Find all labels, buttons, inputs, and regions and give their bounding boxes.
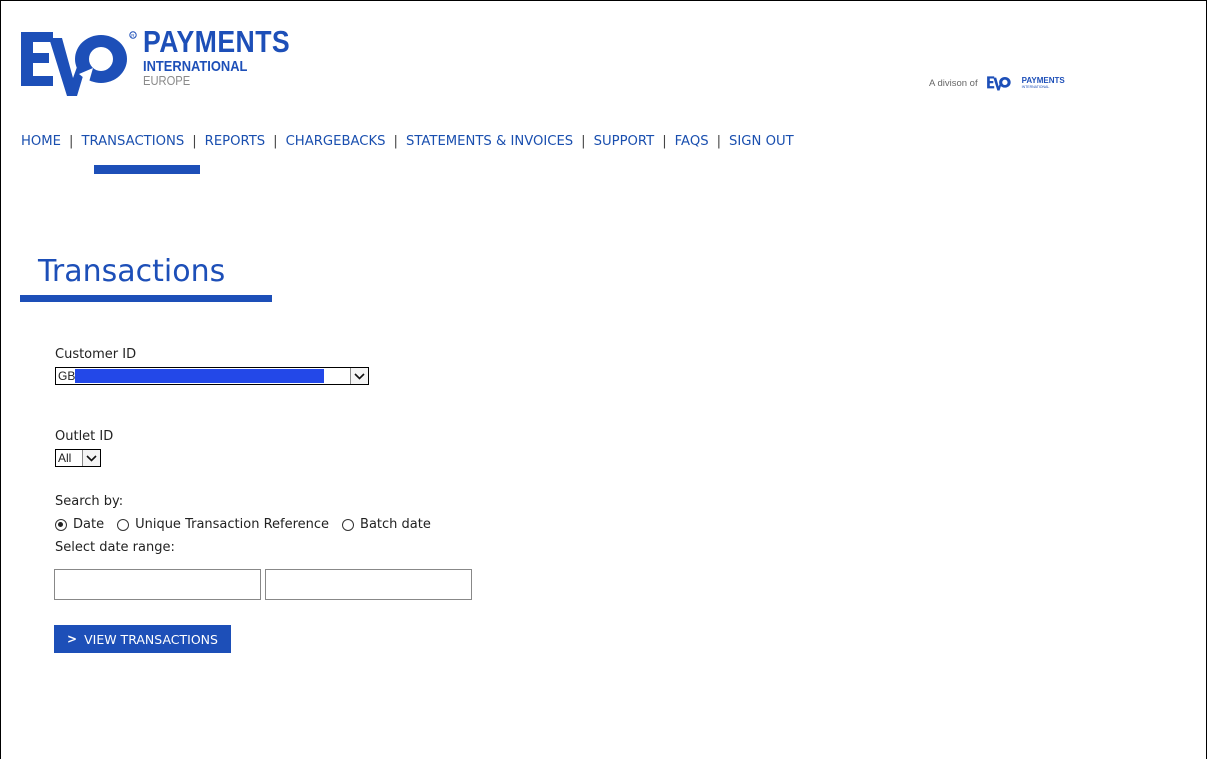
division-badge: A divison of PAYMENTS INTERNATIONAL: [929, 74, 1065, 92]
customer-id-label: Customer ID: [55, 347, 137, 362]
chevron-right-icon: >: [67, 632, 78, 646]
nav-faqs[interactable]: FAQS: [675, 134, 709, 149]
evo-small-logo-icon: [986, 76, 1011, 91]
date-from-input[interactable]: [54, 569, 261, 600]
logo-payments-text: PAYMENTS: [143, 24, 291, 59]
nav-separator: |: [662, 134, 667, 149]
nav-separator: |: [716, 134, 722, 149]
nav-chargebacks[interactable]: CHARGEBACKS: [286, 134, 386, 149]
outlet-id-select[interactable]: All: [55, 449, 101, 467]
radio-utr-label: Unique Transaction Reference: [135, 517, 330, 532]
search-by-label: Search by:: [55, 494, 124, 509]
nav-active-indicator: [94, 165, 200, 174]
chevron-down-icon[interactable]: [82, 450, 100, 466]
chevron-down-icon[interactable]: [350, 368, 368, 384]
date-range-label: Select date range:: [55, 540, 175, 555]
evo-logo[interactable]: R PAYMENTS INTERNATIONAL EUROPE: [19, 26, 290, 102]
search-by-date-option[interactable]: Date: [55, 517, 104, 532]
division-international-text: INTERNATIONAL: [1021, 85, 1050, 89]
nav-separator: |: [192, 134, 197, 149]
title-underline: [20, 295, 272, 302]
logo-europe-text: EUROPE: [143, 73, 191, 88]
radio-utr[interactable]: [117, 518, 130, 531]
nav-reports[interactable]: REPORTS: [205, 134, 265, 149]
search-by-utr-option[interactable]: Unique Transaction Reference: [117, 517, 329, 532]
search-by-options: Date Unique Transaction Reference Batch …: [55, 517, 444, 532]
nav-separator: |: [273, 134, 278, 149]
evo-logo-mark-icon: R: [21, 31, 137, 96]
nav-statements-invoices[interactable]: STATEMENTS & INVOICES: [406, 134, 573, 149]
nav-transactions[interactable]: TRANSACTIONS: [81, 134, 184, 149]
logo-international-text: INTERNATIONAL: [143, 58, 248, 75]
outlet-id-label: Outlet ID: [55, 429, 114, 444]
main-nav: HOME | TRANSACTIONS | REPORTS | CHARGEBA…: [21, 134, 794, 149]
outlet-id-value: All: [58, 451, 72, 465]
division-text: A divison of: [929, 77, 978, 89]
nav-support[interactable]: SUPPORT: [594, 134, 655, 149]
view-transactions-button[interactable]: > VIEW TRANSACTIONS: [54, 625, 231, 653]
nav-sign-out[interactable]: SIGN OUT: [729, 134, 794, 149]
nav-separator: |: [581, 134, 586, 149]
customer-id-select[interactable]: GB: [55, 367, 369, 385]
division-payments-text: PAYMENTS: [1021, 76, 1065, 85]
radio-date-label: Date: [73, 517, 105, 532]
view-transactions-label: VIEW TRANSACTIONS: [84, 631, 218, 647]
division-wordmark: PAYMENTS INTERNATIONAL: [1021, 76, 1065, 90]
nav-separator: |: [69, 134, 74, 149]
customer-id-value: GB: [56, 368, 350, 384]
page-title: Transactions: [38, 254, 226, 289]
radio-batch-date[interactable]: [342, 518, 355, 531]
radio-date[interactable]: [55, 518, 67, 531]
search-by-batch-date-option[interactable]: Batch date: [342, 517, 431, 532]
radio-batch-date-label: Batch date: [360, 517, 431, 532]
date-to-input[interactable]: [265, 569, 472, 600]
customer-id-value-text: GB: [58, 369, 76, 383]
logo-wordmark: PAYMENTS INTERNATIONAL EUROPE: [143, 26, 314, 88]
nav-home[interactable]: HOME: [21, 134, 61, 149]
nav-separator: |: [393, 134, 398, 149]
redacted-block: [75, 369, 325, 383]
